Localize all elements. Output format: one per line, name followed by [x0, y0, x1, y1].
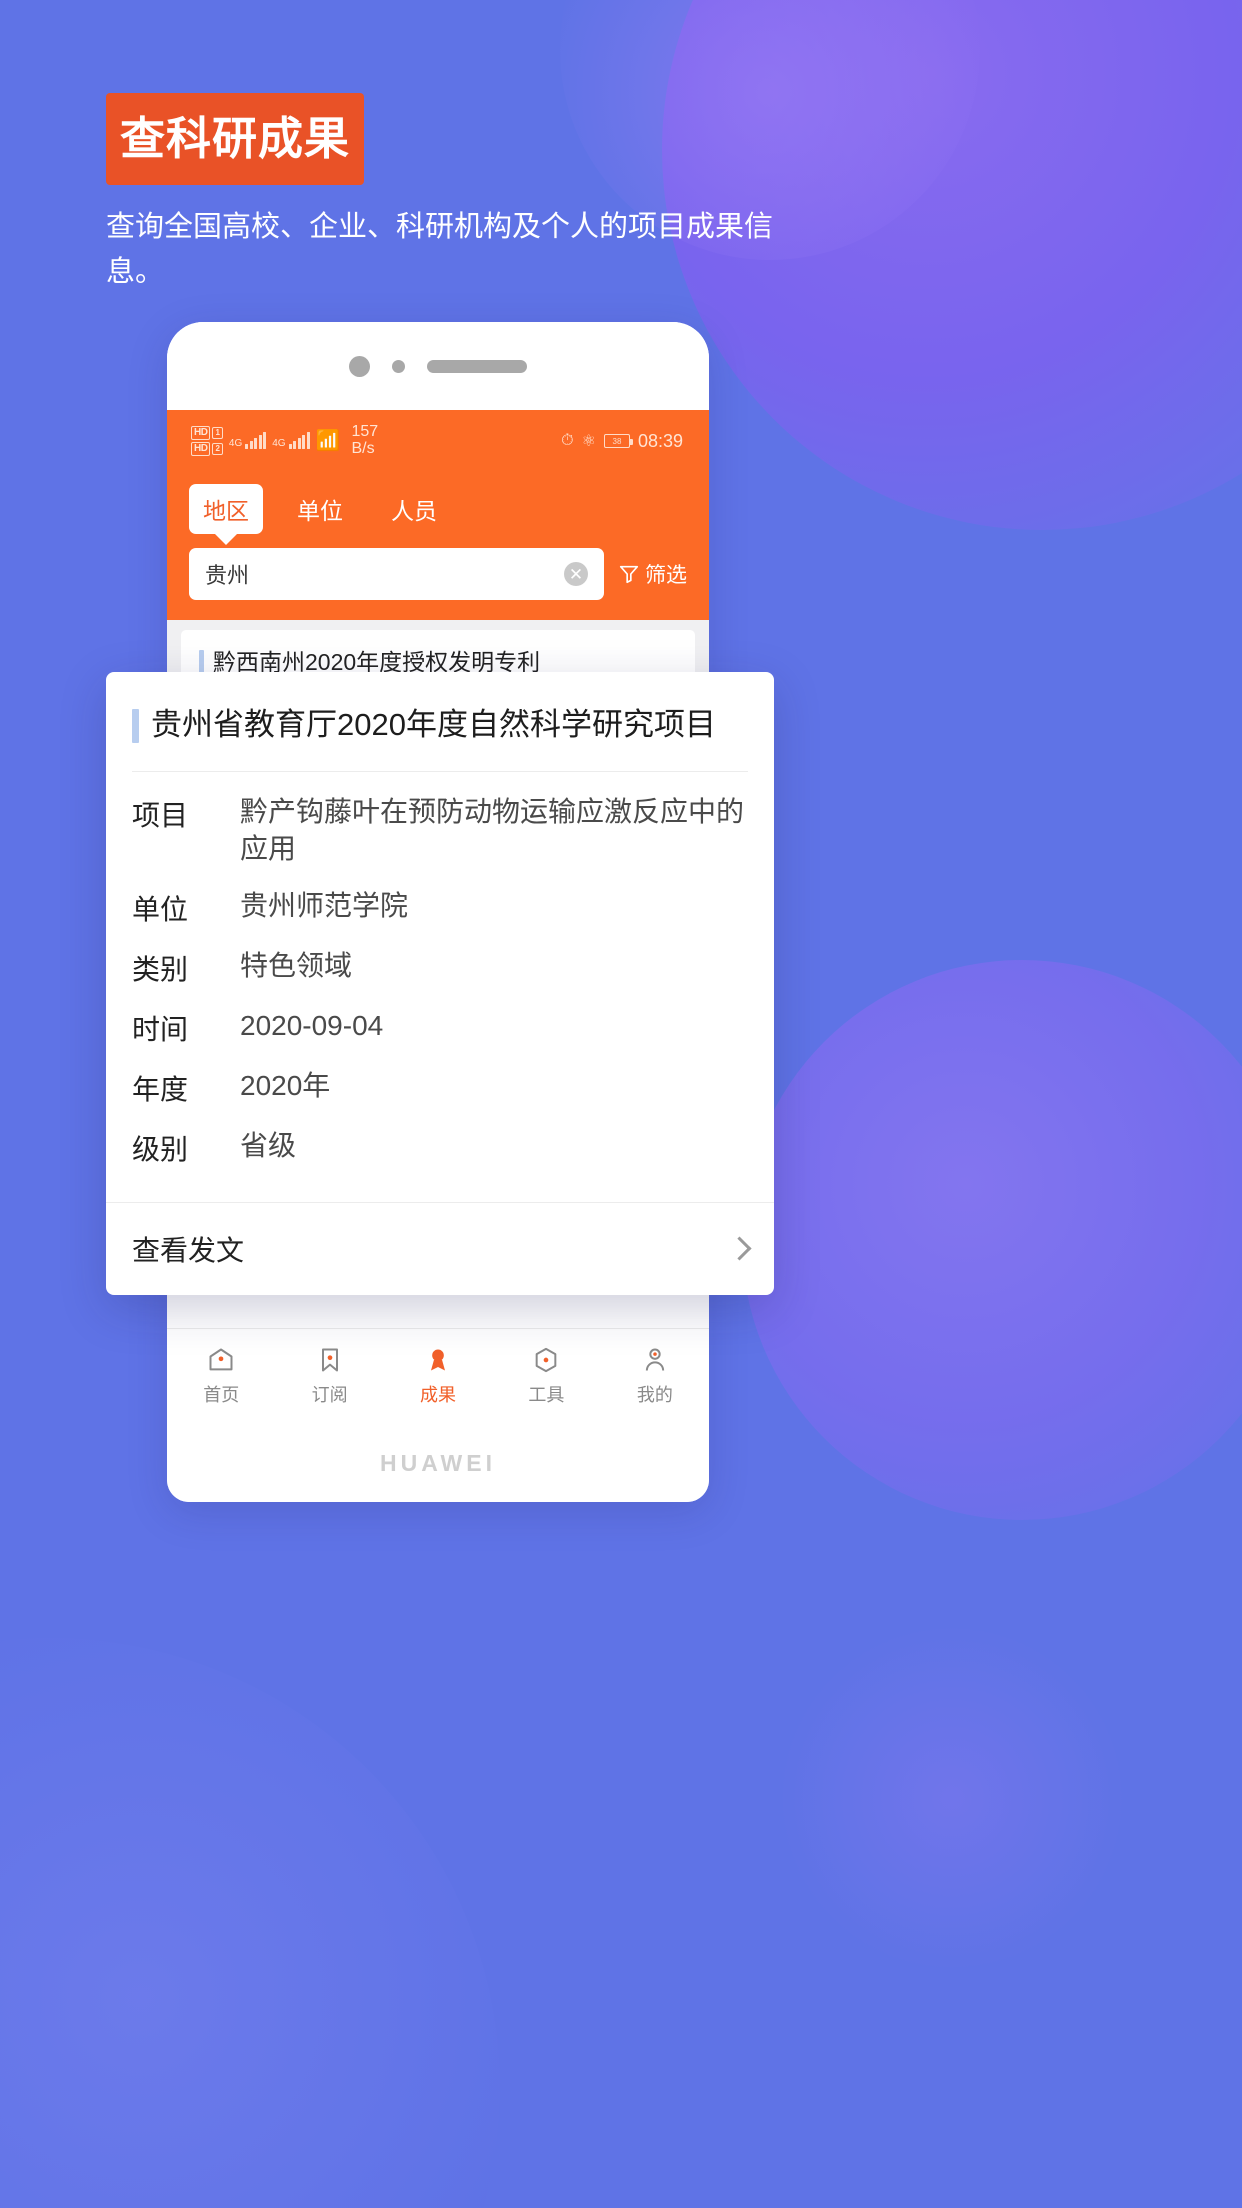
sim2-icon: 2 — [212, 443, 223, 455]
home-icon — [209, 1348, 233, 1371]
tabbar-item-achievement[interactable]: 成果 — [384, 1346, 492, 1407]
status-left-group: HD 1 HD 2 4G 4G 📶 157 B/s — [191, 423, 379, 458]
page-title: 查科研成果 — [119, 113, 350, 164]
detail-value: 特色领域 — [240, 949, 353, 981]
sim1-icon: 1 — [212, 427, 223, 439]
sensor-icon — [392, 359, 405, 373]
network-speed-value: 157 — [351, 423, 379, 441]
tabbar-item-home[interactable]: 首页 — [167, 1346, 275, 1407]
earpiece-speaker — [427, 359, 527, 373]
hd2-icon: HD — [191, 442, 211, 456]
signal-2: 4G — [272, 432, 310, 449]
modal-detail-list: 项目 黔产钩藤叶在预防动物运输应激反应中的应用 单位 贵州师范学院 类别 特色领… — [106, 772, 774, 1196]
status-right-group: ⏱ ⚛ 38 08:39 — [561, 431, 683, 452]
detail-row-organization: 单位 贵州师范学院 — [132, 888, 748, 928]
tab-region[interactable]: 地区 — [189, 484, 263, 534]
detail-key: 时间 — [132, 1013, 189, 1045]
network-type-1: 4G — [228, 438, 243, 449]
network-speed-unit: B/s — [351, 440, 375, 457]
phone-earpiece-area — [167, 322, 709, 410]
wifi-icon: 📶 — [315, 430, 341, 452]
tab-organization[interactable]: 单位 — [283, 484, 357, 534]
brand-logo: HUAWEI — [380, 1449, 496, 1476]
search-input[interactable]: 贵州 ✕ — [189, 548, 604, 600]
detail-row-project: 项目 黔产钩藤叶在预防动物运输应激反应中的应用 — [132, 794, 748, 868]
battery-icon: 38 — [603, 434, 633, 448]
modal-title: 贵州省教育厅2020年度自然科学研究项目 — [151, 707, 716, 742]
detail-key: 项目 — [132, 799, 189, 831]
search-input-value: 贵州 — [205, 563, 250, 588]
view-document-label: 查看发文 — [132, 1234, 245, 1266]
sim-indicators: HD 1 HD 2 — [191, 426, 223, 456]
bg-blob-lower-right — [782, 1628, 1122, 1968]
tabbar-label-home: 首页 — [203, 1385, 240, 1405]
view-document-button[interactable]: 查看发文 — [106, 1201, 774, 1295]
modal-title-row: 贵州省教育厅2020年度自然科学研究项目 — [106, 706, 774, 771]
tabbar-item-tools[interactable]: 工具 — [492, 1346, 600, 1407]
status-time: 08:39 — [637, 430, 683, 451]
detail-key: 年度 — [132, 1073, 189, 1105]
search-header: 地区 单位 人员 贵州 ✕ 筛选 — [167, 472, 709, 620]
detail-key: 级别 — [132, 1133, 189, 1165]
page-title-badge: 查科研成果 — [106, 93, 364, 185]
detail-row-level: 级别 省级 — [132, 1128, 748, 1168]
bluetooth-icon: ⚛ — [581, 433, 596, 450]
bg-blob-bottom-left — [0, 1638, 500, 2208]
tabbar-item-subscribe[interactable]: 订阅 — [275, 1346, 383, 1407]
search-type-tabs: 地区 单位 人员 — [189, 478, 687, 534]
clear-circle-icon[interactable]: ✕ — [564, 562, 588, 586]
detail-value: 2020年 — [240, 1069, 331, 1101]
detail-key: 单位 — [132, 893, 189, 925]
detail-row-year: 年度 2020年 — [132, 1068, 748, 1108]
signal-bars-1-icon — [245, 432, 267, 449]
bottom-tabbar: 首页 订阅 成果 工具 我的 — [167, 1328, 709, 1424]
alarm-icon: ⏱ — [561, 432, 574, 449]
detail-value: 2020-09-04 — [240, 1009, 384, 1041]
network-speed: 157 B/s — [351, 423, 379, 458]
signal-bars-2-icon — [288, 432, 310, 449]
detail-value: 贵州师范学院 — [240, 889, 409, 921]
user-icon — [645, 1348, 664, 1371]
tools-icon — [536, 1347, 557, 1373]
chevron-right-icon — [727, 1236, 752, 1261]
filter-label: 筛选 — [645, 564, 687, 587]
tabbar-label-subscribe: 订阅 — [311, 1385, 348, 1405]
filter-icon — [619, 565, 639, 584]
detail-row-category: 类别 特色领域 — [132, 948, 748, 988]
detail-value: 省级 — [240, 1129, 297, 1161]
front-camera-icon — [349, 355, 370, 377]
page-subtitle: 查询全国高校、企业、科研机构及个人的项目成果信息。 — [106, 211, 774, 288]
phone-chin: HUAWEI — [167, 1424, 709, 1502]
modal-accent-bar — [132, 709, 139, 743]
hd1-icon: HD — [191, 426, 211, 440]
tabbar-item-mine[interactable]: 我的 — [601, 1346, 709, 1407]
network-type-2: 4G — [272, 438, 286, 449]
signal-1: 4G — [228, 432, 267, 449]
achievement-icon — [431, 1349, 446, 1371]
tabbar-label-tools: 工具 — [528, 1385, 565, 1405]
tabbar-label-mine: 我的 — [636, 1385, 673, 1405]
tabbar-label-achievement: 成果 — [420, 1385, 457, 1405]
detail-modal: 贵州省教育厅2020年度自然科学研究项目 项目 黔产钩藤叶在预防动物运输应激反应… — [106, 672, 774, 1295]
bookmark-icon — [321, 1348, 338, 1372]
detail-key: 类别 — [132, 953, 189, 985]
detail-row-date: 时间 2020-09-04 — [132, 1008, 748, 1048]
tab-person[interactable]: 人员 — [377, 484, 451, 534]
filter-button[interactable]: 筛选 — [618, 559, 687, 589]
search-row: 贵州 ✕ 筛选 — [189, 548, 687, 600]
detail-value: 黔产钩藤叶在预防动物运输应激反应中的应用 — [240, 795, 745, 864]
status-bar: HD 1 HD 2 4G 4G 📶 157 B/s ⏱ ⚛ 38 08:39 — [167, 410, 709, 472]
bg-blob-mid-right — [742, 960, 1242, 1520]
